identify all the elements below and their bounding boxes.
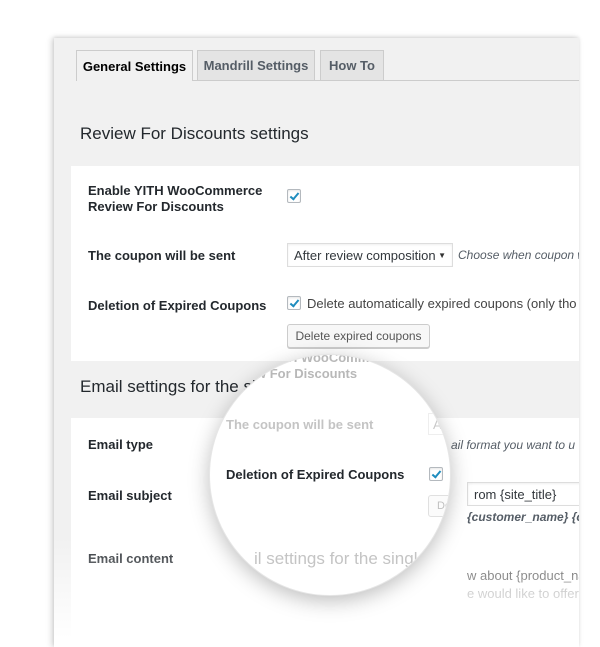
enable-label: Enable YITH WooCommerce Review For Disco… (88, 183, 263, 214)
tab-general-settings[interactable]: General Settings (76, 50, 193, 81)
email-section-title: Email settings for the sin (80, 377, 266, 396)
email-subject-hint: {customer_name} {custo (467, 510, 579, 524)
coupon-sent-desc: Choose when coupon w (458, 248, 579, 262)
email-content-line1: w about {product_name}! (467, 568, 579, 583)
enable-checkbox[interactable] (287, 189, 301, 203)
magnified-coupon-sent-label: The coupon will be sent (226, 417, 374, 432)
email-type-desc: ail format you want to u (451, 438, 576, 452)
email-subject-input[interactable]: rom {site_title} (467, 482, 579, 506)
review-section-title: Review For Discounts settings (80, 124, 309, 143)
magnified-email-section-title: il settings for the single r (254, 549, 438, 568)
deletion-checkbox[interactable] (287, 296, 301, 310)
coupon-sent-select[interactable]: After review composition ▼ (287, 243, 453, 267)
magnified-enable-label-part2: w For Discounts (256, 366, 358, 381)
tab-how-to[interactable]: How To (320, 50, 384, 80)
coupon-sent-label: The coupon will be sent (88, 248, 236, 263)
email-subject-label: Email subject (88, 488, 172, 503)
review-settings-card: Enable YITH WooCommerce Review For Disco… (71, 166, 579, 361)
email-content-label: Email content (88, 551, 174, 566)
coupon-sent-value: After review composition (294, 247, 436, 263)
magnified-enable-label-part1: TH WooCommerce (280, 355, 397, 365)
magnified-deletion-checkbox (429, 467, 443, 481)
email-content-line2: e would like to offer you this co (467, 586, 579, 601)
deletion-label: Deletion of Expired Coupons (88, 298, 267, 313)
magnified-coupon-sent-select: Af (428, 413, 450, 435)
tab-mandrill-settings[interactable]: Mandrill Settings (197, 50, 315, 80)
deletion-desc: Delete automatically expired coupons (on… (307, 296, 577, 311)
magnified-deletion-desc: D (449, 467, 450, 482)
magnified-delete-button: De (428, 495, 450, 517)
delete-expired-coupons-button[interactable]: Delete expired coupons (287, 324, 430, 348)
email-type-label: Email type (88, 437, 154, 452)
chevron-down-icon: ▼ (438, 250, 446, 260)
magnified-deletion-label: Deletion of Expired Coupons (226, 467, 405, 482)
magnifier-lens: TH WooCommerce w For Discounts The coupo… (210, 355, 450, 595)
